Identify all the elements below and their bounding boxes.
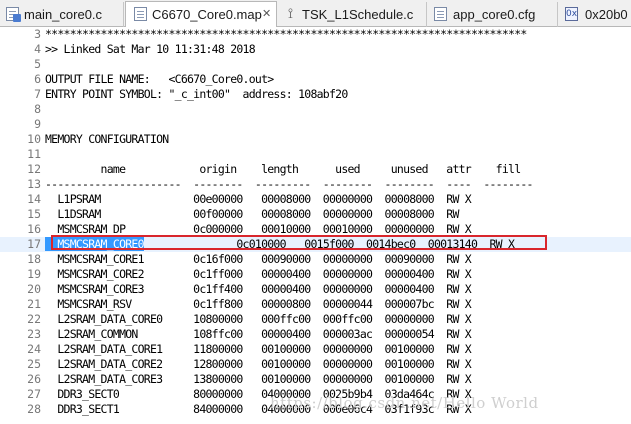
line-number: 9 — [34, 117, 41, 131]
line-text: MSMCSRAM_DP 0c000000 00010000 00010000 0… — [45, 222, 471, 236]
line-number: 11 — [27, 147, 41, 161]
editor-tab-bar: main_core0.c C6670_Core0.map ✕ ⟟ TSK_L1S… — [0, 0, 631, 28]
editor-line: 24 L2SRAM_DATA_CORE1 11800000 00100000 0… — [0, 342, 631, 357]
line-number: 5 — [34, 57, 41, 71]
tab-label: 0x20b0 — [585, 7, 628, 22]
line-number: 16 — [27, 222, 41, 236]
editor-line: 21 MSMCSRAM_RSV 0c1ff800 00000800 000000… — [0, 297, 631, 312]
line-text: >> Linked Sat Mar 10 11:31:48 2018 — [45, 42, 256, 56]
line-number: 18 — [27, 252, 41, 266]
tab-label: app_core0.cfg — [453, 7, 536, 22]
editor-line: 15 L1DSRAM 00f00000 00008000 00000000 00… — [0, 207, 631, 222]
tab-memory-0x20b0[interactable]: 0x 0x20b0 — [559, 2, 631, 27]
line-text: L1PSRAM 00e00000 00008000 00000000 00008… — [45, 192, 471, 206]
editor-line: 7 ENTRY POINT SYMBOL: "_c_int00" address:… — [0, 87, 631, 102]
line-text: L2SRAM_DATA_CORE3 13800000 00100000 0000… — [45, 372, 471, 386]
tab-main-core0-c[interactable]: main_core0.c — [0, 2, 124, 27]
line-number: 25 — [27, 357, 41, 371]
line-text: L1DSRAM 00f00000 00008000 00000000 00008… — [45, 207, 459, 221]
text-file-icon — [134, 7, 147, 21]
line-text: MSMCSRAM_CORE2 0c1ff000 00000400 0000000… — [45, 267, 471, 281]
line-text-rest: 0c010000 0015f000 0014bec0 00013140 RW X — [143, 237, 515, 251]
editor-line: 10 MEMORY CONFIGURATION — [0, 132, 631, 147]
editor-line: 26 L2SRAM_DATA_CORE3 13800000 00100000 0… — [0, 372, 631, 387]
editor-line: 5 — [0, 57, 631, 72]
editor-line: 6 OUTPUT FILE NAME: <C6670_Core0.out> — [0, 72, 631, 87]
line-text: OUTPUT FILE NAME: <C6670_Core0.out> — [45, 72, 274, 86]
editor-line: 3 ***************************************… — [0, 27, 631, 42]
line-number: 6 — [34, 72, 41, 86]
line-number: 14 — [27, 192, 41, 206]
editor-line: 8 — [0, 102, 631, 117]
editor-line: 19 MSMCSRAM_CORE2 0c1ff000 00000400 0000… — [0, 267, 631, 282]
selected-text[interactable]: MSMCSRAM_CORE0 — [45, 237, 145, 251]
line-text: MSMCSRAM_CORE1 0c16f000 00090000 0000000… — [45, 252, 471, 266]
editor-line-current: 17 MSMCSRAM_CORE0 0c010000 0015f000 0014… — [0, 237, 631, 252]
memory-icon: 0x — [565, 7, 578, 21]
line-text: L2SRAM_COMMON 108ffc00 00000400 000003ac… — [45, 327, 471, 341]
tab-label: TSK_L1Schedule.c — [302, 7, 414, 22]
line-number: 10 — [27, 132, 41, 146]
line-text: ENTRY POINT SYMBOL: "_c_int00" address: … — [45, 87, 348, 101]
tsk-file-icon: ⟟ — [287, 6, 294, 22]
line-number: 12 — [27, 162, 41, 176]
map-file-editor[interactable]: 3 ***************************************… — [0, 27, 631, 424]
editor-line: 18 MSMCSRAM_CORE1 0c16f000 00090000 0000… — [0, 252, 631, 267]
line-number: 13 — [27, 177, 41, 191]
line-number: 4 — [34, 42, 41, 56]
line-text: ****************************************… — [45, 27, 527, 41]
line-number: 19 — [27, 267, 41, 281]
editor-line: 16 MSMCSRAM_DP 0c000000 00010000 0001000… — [0, 222, 631, 237]
editor-line: 12 name origin length used unused attr f… — [0, 162, 631, 177]
line-text: L2SRAM_DATA_CORE2 12800000 00100000 0000… — [45, 357, 471, 371]
editor-line: 23 L2SRAM_COMMON 108ffc00 00000400 00000… — [0, 327, 631, 342]
line-text: L2SRAM_DATA_CORE0 10800000 000ffc00 000f… — [45, 312, 471, 326]
line-number: 3 — [34, 27, 41, 41]
line-text: MSMCSRAM_CORE0 0c010000 0015f000 0014bec… — [45, 237, 515, 252]
editor-line: 22 L2SRAM_DATA_CORE0 10800000 000ffc00 0… — [0, 312, 631, 327]
line-number: 8 — [34, 102, 41, 116]
editor-line: 9 — [0, 117, 631, 132]
line-text: name origin length used unused attr fill — [45, 162, 522, 176]
line-number: 28 — [27, 402, 41, 416]
line-number: 15 — [27, 207, 41, 221]
line-number: 7 — [34, 87, 41, 101]
close-icon[interactable]: ✕ — [262, 7, 271, 20]
line-text: L2SRAM_DATA_CORE1 11800000 00100000 0000… — [45, 342, 471, 356]
editor-line: 20 MSMCSRAM_CORE3 0c1ff400 00000400 0000… — [0, 282, 631, 297]
line-number: 26 — [27, 372, 41, 386]
tab-c6670-core0-map[interactable]: C6670_Core0.map ✕ — [125, 1, 277, 28]
line-number: 23 — [27, 327, 41, 341]
line-number: 20 — [27, 282, 41, 296]
line-text: MSMCSRAM_CORE3 0c1ff400 00000400 0000000… — [45, 282, 471, 296]
watermark: https://blog.csdn.net/Hello World — [270, 394, 539, 412]
line-text: MSMCSRAM_RSV 0c1ff800 00000800 00000044 … — [45, 297, 471, 311]
c-file-icon — [6, 7, 21, 22]
line-number: 22 — [27, 312, 41, 326]
line-text: ---------------------- -------- --------… — [45, 177, 533, 191]
editor-line: 4 >> Linked Sat Mar 10 11:31:48 2018 — [0, 42, 631, 57]
cfg-file-icon — [434, 7, 447, 21]
tab-label: C6670_Core0.map — [152, 7, 262, 22]
tab-app-core0-cfg[interactable]: app_core0.cfg — [428, 2, 558, 27]
tab-tsk-l1schedule-c[interactable]: ⟟ TSK_L1Schedule.c — [278, 2, 427, 27]
line-number: 21 — [27, 297, 41, 311]
editor-line: 13 ---------------------- -------- ------… — [0, 177, 631, 192]
line-number: 27 — [27, 387, 41, 401]
tab-label: main_core0.c — [24, 7, 103, 22]
line-text: MEMORY CONFIGURATION — [45, 132, 169, 146]
editor-line: 25 L2SRAM_DATA_CORE2 12800000 00100000 0… — [0, 357, 631, 372]
editor-line: 14 L1PSRAM 00e00000 00008000 00000000 00… — [0, 192, 631, 207]
line-number: 17 — [27, 237, 41, 251]
editor-line: 11 — [0, 147, 631, 162]
line-number: 24 — [27, 342, 41, 356]
